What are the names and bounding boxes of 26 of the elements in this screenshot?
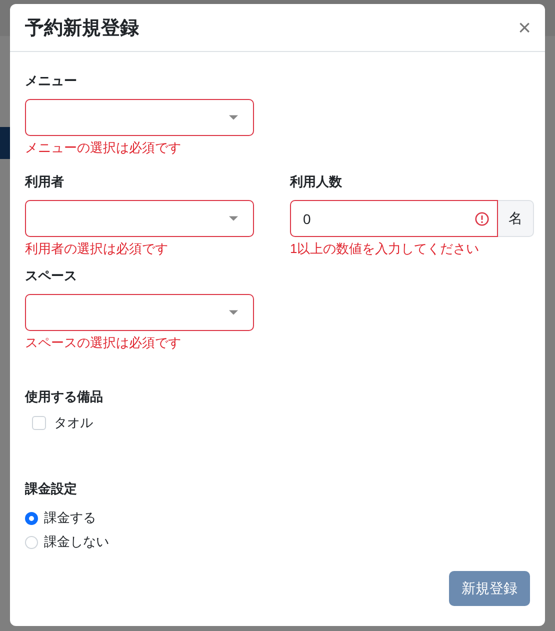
field-label: メニュー: [25, 72, 78, 90]
field-label: 利用者: [25, 173, 65, 191]
caret-icon: [229, 115, 238, 120]
caret-icon: [229, 310, 238, 315]
section-label: 使用する備品: [25, 388, 104, 406]
error-icon: [475, 212, 489, 226]
error-message: 1以上の数値を入力してください: [290, 240, 480, 258]
error-message: メニューの選択は必須です: [25, 139, 182, 157]
select-field[interactable]: [25, 294, 254, 331]
select-field[interactable]: [25, 99, 254, 136]
caret-icon: [229, 216, 238, 221]
radio-label: 課金しない: [44, 533, 109, 551]
select-field[interactable]: [25, 200, 254, 237]
checkbox-label: タオル: [54, 414, 93, 432]
radio-label: 課金する: [44, 509, 96, 527]
field-label: スペース: [25, 267, 78, 285]
checkbox[interactable]: [32, 416, 46, 430]
number-field[interactable]: 0: [290, 200, 498, 237]
dialog-title: 予約新規登録: [25, 16, 139, 40]
radio-button[interactable]: [25, 512, 38, 524]
unit-label: 名: [498, 200, 534, 237]
error-message: スペースの選択は必須です: [25, 334, 182, 352]
field-label: 利用人数: [290, 173, 343, 191]
close-button[interactable]: ×: [514, 16, 535, 38]
error-message: 利用者の選択は必須です: [25, 240, 169, 258]
section-label: 課金設定: [25, 480, 78, 498]
